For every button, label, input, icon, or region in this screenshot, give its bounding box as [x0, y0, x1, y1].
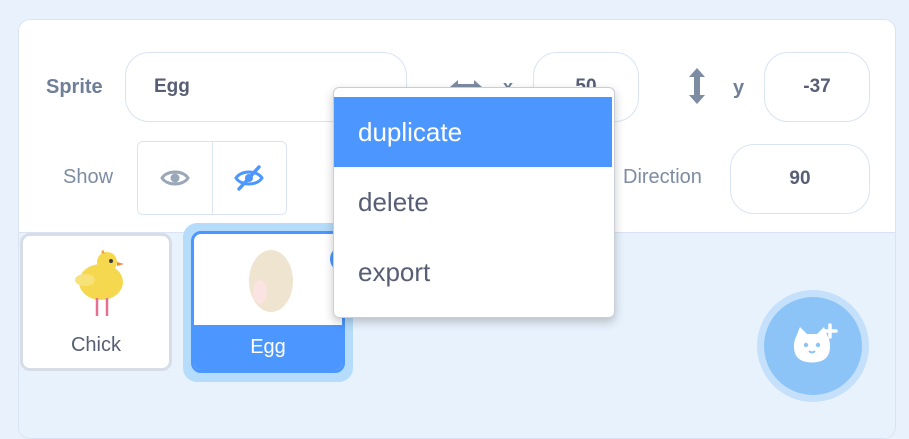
- sprite-name-value: Egg: [154, 76, 190, 97]
- hide-sprite-button[interactable]: [211, 142, 286, 214]
- direction-input[interactable]: 90: [730, 144, 870, 214]
- direction-label: Direction: [623, 166, 702, 188]
- add-sprite-button[interactable]: [764, 297, 862, 395]
- menu-item-delete[interactable]: delete: [334, 167, 614, 237]
- sprite-context-menu: duplicate delete export: [333, 87, 615, 318]
- show-sprite-button[interactable]: [138, 142, 212, 214]
- vertical-arrows-icon: [689, 68, 705, 104]
- eye-icon: [159, 170, 190, 186]
- y-position-value: -37: [803, 76, 831, 97]
- chick-costume-thumbnail: [75, 250, 124, 316]
- egg-costume-thumbnail: [249, 250, 293, 312]
- show-label: Show: [63, 166, 114, 188]
- sprite-tile-chick[interactable]: Chick: [20, 233, 172, 371]
- eye-hidden-icon: [234, 165, 265, 191]
- visibility-toggle: [137, 141, 287, 215]
- sprite-tile-egg[interactable]: Egg: [191, 231, 345, 373]
- cat-plus-icon: [793, 323, 838, 363]
- sprite-tile-label: Egg: [194, 325, 342, 370]
- top-strip: [0, 0, 909, 18]
- y-label: y: [733, 77, 745, 99]
- y-position-input[interactable]: -37: [764, 52, 870, 122]
- menu-item-duplicate[interactable]: duplicate: [334, 97, 612, 167]
- sprite-tile-label: Chick: [70, 334, 121, 356]
- direction-value: 90: [789, 168, 811, 189]
- menu-item-export[interactable]: export: [334, 237, 614, 307]
- sprite-label: Sprite: [46, 76, 103, 98]
